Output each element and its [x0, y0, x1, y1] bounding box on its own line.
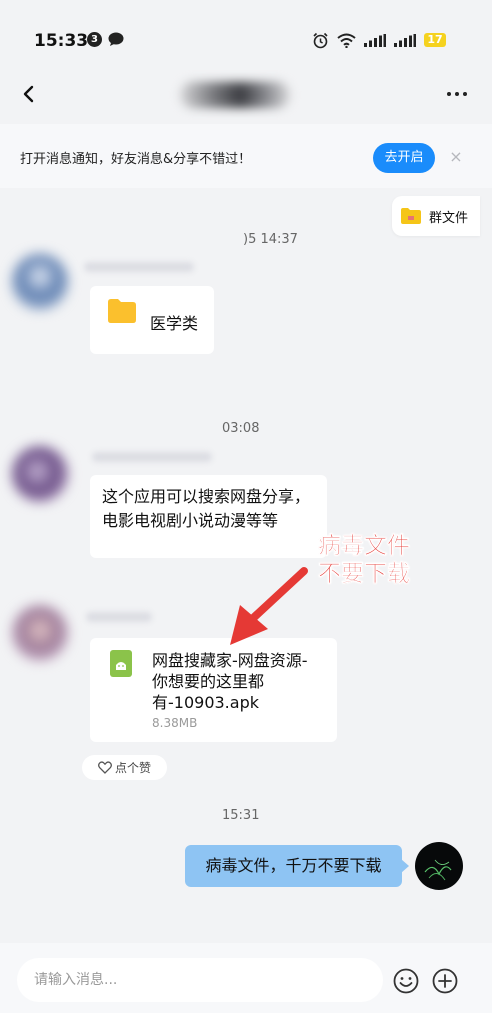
group-files-label: 群文件 — [429, 210, 469, 226]
signal-icon — [364, 33, 386, 47]
more-options-button[interactable] — [442, 82, 472, 106]
red-arrow-annotation — [230, 567, 308, 645]
folder-message[interactable]: 医学类 — [90, 286, 214, 354]
emoji-icon[interactable] — [393, 968, 419, 994]
my-avatar[interactable] — [415, 842, 463, 890]
plus-circle-icon[interactable] — [432, 968, 458, 994]
outgoing-message[interactable]: 病毒文件，千万不要下载 — [185, 845, 409, 887]
battery-badge: 17 — [424, 33, 446, 47]
group-files-button[interactable]: 群文件 — [392, 196, 480, 236]
enable-notifications-button[interactable]: 去开启 — [373, 143, 435, 173]
text-message[interactable]: 这个应用可以搜索网盘分享，电影电视剧小说动漫等等 — [90, 475, 327, 558]
close-icon[interactable]: × — [447, 148, 465, 166]
file-size: 8.38MB — [152, 716, 198, 730]
apk-file-icon — [110, 650, 132, 677]
avatar[interactable] — [12, 605, 68, 661]
chat-notification-icon — [108, 32, 124, 46]
signal-icon-2 — [394, 33, 416, 47]
heart-icon — [98, 761, 112, 774]
folder-name: 医学类 — [150, 314, 199, 333]
sender-name-blurred — [92, 452, 212, 462]
annotation-line-2: 不要下载 — [318, 561, 410, 587]
status-time: 15:33 — [34, 31, 89, 51]
avatar[interactable] — [12, 254, 68, 310]
folder-icon — [108, 299, 136, 323]
like-label: 点个赞 — [114, 761, 151, 775]
notification-count-badge: 3 — [87, 32, 102, 47]
notification-banner-text: 打开消息通知，好友消息&分享不错过！ — [20, 152, 252, 167]
sender-name-blurred — [84, 262, 194, 272]
file-name: 网盘搜藏家-网盘资源-你想要的这里都有-10903.apk — [152, 651, 308, 712]
timestamp: 03:08 — [222, 421, 260, 436]
wifi-icon — [337, 33, 356, 48]
sender-name-blurred — [86, 612, 152, 622]
back-arrow-icon — [23, 85, 34, 103]
folder-icon — [401, 208, 421, 224]
more-dots-icon — [447, 92, 451, 96]
timestamp: )5 14:37 — [243, 232, 298, 247]
alarm-icon — [313, 32, 328, 48]
nav-bar — [0, 72, 492, 122]
message-input[interactable] — [17, 958, 383, 1002]
chat-title-blurred — [180, 82, 290, 108]
like-button[interactable]: 点个赞 — [82, 755, 167, 780]
back-button[interactable] — [14, 80, 42, 108]
annotation-line-1: 病毒文件 — [318, 533, 410, 559]
status-bar: 15:33 3 17 — [0, 0, 492, 72]
status-icons: 17 — [312, 30, 446, 50]
timestamp: 15:31 — [222, 808, 260, 823]
warning-annotation: 病毒文件 不要下载 — [318, 532, 410, 588]
input-bar — [0, 943, 492, 1013]
avatar[interactable] — [12, 446, 68, 502]
